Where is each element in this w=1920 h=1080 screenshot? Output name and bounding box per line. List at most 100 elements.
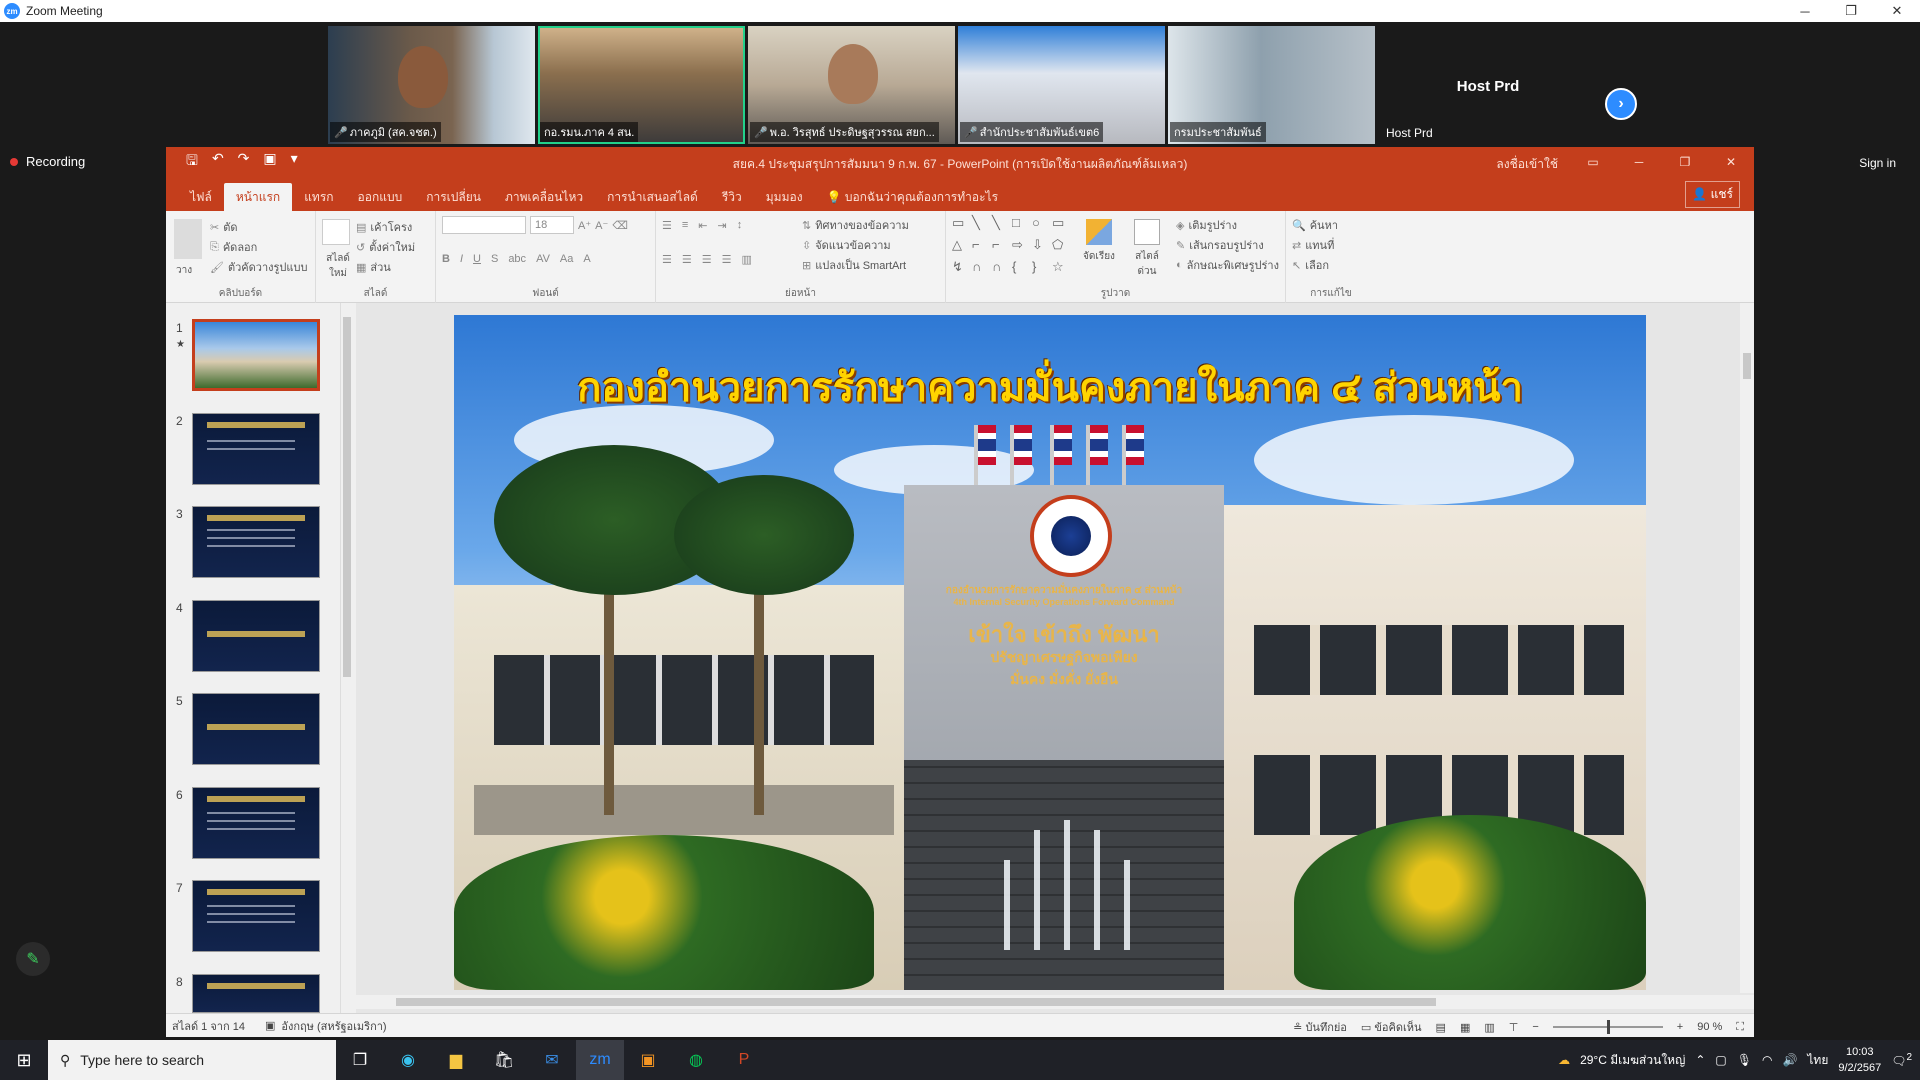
bold-icon[interactable]: B xyxy=(442,253,450,265)
mail-icon[interactable]: ✉ xyxy=(528,1040,576,1080)
language-label[interactable]: อังกฤษ (สหรัฐอเมริกา) xyxy=(281,1017,386,1035)
copy-button[interactable]: ⎘ คัดลอก xyxy=(210,237,307,257)
shrink-font-icon[interactable]: A⁻ xyxy=(595,219,608,232)
tab-file[interactable]: ไฟล์ xyxy=(178,183,224,211)
arrange-button[interactable]: จัดเรียง xyxy=(1080,215,1118,279)
section-button[interactable]: ▦ ส่วน xyxy=(356,257,415,277)
notifications-icon[interactable]: 🗨2 xyxy=(1891,1052,1912,1068)
powerpoint-app-icon[interactable]: P xyxy=(720,1040,768,1080)
windows-start-icon[interactable]: ⊞ xyxy=(0,1040,48,1080)
align-text-button[interactable]: ⇳ จัดแนวข้อความ xyxy=(802,235,909,255)
tab-animations[interactable]: ภาพเคลื่อนไหว xyxy=(493,183,595,211)
select-button[interactable]: ↖ เลือก xyxy=(1292,255,1370,275)
participant-tile[interactable]: 🎤 สำนักประชาสัมพันธ์เขต6 xyxy=(958,26,1165,144)
next-page-button[interactable]: › xyxy=(1605,88,1637,120)
char-spacing-icon[interactable]: AV xyxy=(536,253,550,265)
clock[interactable]: 10:03 9/2/2567 xyxy=(1838,1044,1881,1076)
align-center-icon[interactable]: ☰ xyxy=(682,253,692,266)
normal-view-icon[interactable]: ▤ xyxy=(1436,1021,1446,1034)
slide-thumbnail-selected[interactable] xyxy=(192,319,320,391)
italic-icon[interactable]: I xyxy=(460,253,463,265)
replace-button[interactable]: ⇄ แทนที่ xyxy=(1292,235,1370,255)
font-name-input[interactable] xyxy=(442,216,526,234)
paste-button[interactable]: วาง xyxy=(176,263,192,278)
tab-view[interactable]: มุมมอง xyxy=(754,183,815,211)
ppt-restore-button[interactable]: ❐ xyxy=(1662,147,1708,177)
numbering-icon[interactable]: ≡ xyxy=(682,219,688,231)
maximize-button[interactable]: ❐ xyxy=(1828,0,1874,22)
task-view-icon[interactable]: ❐ xyxy=(336,1040,384,1080)
convert-smartart-button[interactable]: ⊞ แปลงเป็น SmartArt xyxy=(802,255,909,275)
ppt-sign-in[interactable]: ลงชื่อเข้าใช้ xyxy=(1496,155,1558,174)
slide-canvas[interactable]: กองอำนวยการรักษาความมั่นคงภายในภาค ๔ ส่ว… xyxy=(454,315,1646,990)
zoom-sign-in[interactable]: Sign in xyxy=(1859,156,1896,170)
strikethrough-icon[interactable]: abc xyxy=(508,253,526,265)
host-tile[interactable]: Host Prd Host Prd xyxy=(1378,26,1598,144)
new-slide-button[interactable]: สไลด์ใหม่ xyxy=(320,251,356,281)
increase-indent-icon[interactable]: ⇥ xyxy=(718,219,727,232)
slide-thumbnail[interactable] xyxy=(192,787,320,859)
reset-button[interactable]: ↺ ตั้งค่าใหม่ xyxy=(356,237,415,257)
scrollbar-thumb[interactable] xyxy=(343,317,351,677)
notes-button[interactable]: ≗ บันทึกย่อ xyxy=(1293,1018,1347,1036)
shadow-icon[interactable]: S xyxy=(491,253,498,265)
zoom-out-icon[interactable]: − xyxy=(1532,1021,1538,1033)
microsoft-store-icon[interactable]: 🛍 xyxy=(480,1040,528,1080)
minimize-button[interactable]: ─ xyxy=(1782,0,1828,22)
change-case-icon[interactable]: Aa xyxy=(560,253,573,265)
chevron-up-icon[interactable]: ⌃ xyxy=(1695,1053,1705,1067)
slideshow-view-icon[interactable]: ⊤ xyxy=(1509,1021,1519,1034)
clear-format-icon[interactable]: ⌫ xyxy=(612,219,628,232)
slide-horizontal-scrollbar[interactable] xyxy=(356,995,1754,1009)
font-size-input[interactable]: 18 xyxy=(530,216,574,234)
slide-thumbnail[interactable] xyxy=(192,600,320,672)
file-explorer-icon[interactable]: ▆ xyxy=(432,1040,480,1080)
weather-label[interactable]: 29°C มีเมฆส่วนใหญ่ xyxy=(1580,1051,1685,1070)
slide-sorter-icon[interactable]: ▦ xyxy=(1460,1021,1470,1034)
thumbnails-scrollbar[interactable] xyxy=(340,303,352,1013)
ppt-minimize-button[interactable]: ─ xyxy=(1616,147,1662,177)
tab-transitions[interactable]: การเปลี่ยน xyxy=(414,183,493,211)
slide-thumbnail[interactable] xyxy=(192,974,320,1013)
justify-icon[interactable]: ☰ xyxy=(722,253,732,266)
find-button[interactable]: 🔍 ค้นหา xyxy=(1292,215,1370,235)
participant-tile[interactable]: กรมประชาสัมพันธ์ xyxy=(1168,26,1375,144)
slide-vertical-scrollbar[interactable] xyxy=(1740,303,1754,993)
underline-icon[interactable]: U xyxy=(473,253,481,265)
zoom-app-icon[interactable]: zm xyxy=(576,1040,624,1080)
participant-tile[interactable]: 🎤 พ.อ. วิรสุทธ์ ประดิษฐสุวรรณ สยก... xyxy=(748,26,955,144)
wps-app-icon[interactable]: ▣ xyxy=(624,1040,672,1080)
text-direction-button[interactable]: ⇅ ทิศทางของข้อความ xyxy=(802,215,909,235)
share-button[interactable]: 👤 แชร์ xyxy=(1685,181,1740,208)
line-spacing-icon[interactable]: ↕ xyxy=(737,219,743,231)
shape-fill-button[interactable]: ◈ เติมรูปร่าง xyxy=(1176,215,1279,235)
participant-tile-active-speaker[interactable]: กอ.รมน.ภาค 4 สน. xyxy=(538,26,745,144)
decrease-indent-icon[interactable]: ⇤ xyxy=(698,219,707,232)
layout-button[interactable]: ▤ เค้าโครง xyxy=(356,217,415,237)
align-right-icon[interactable]: ☰ xyxy=(702,253,712,266)
participant-tile[interactable]: 🎤 ภาคภูมิ (สค.จชต.) xyxy=(328,26,535,144)
tab-review[interactable]: รีวิว xyxy=(710,183,754,211)
tab-design[interactable]: ออกแบบ xyxy=(346,183,415,211)
zoom-slider[interactable] xyxy=(1552,1020,1663,1034)
ribbon-display-options-icon[interactable]: ▭ xyxy=(1570,147,1616,177)
spellcheck-icon[interactable]: ▣ xyxy=(265,1019,275,1032)
new-slide-icon[interactable] xyxy=(322,219,350,245)
shape-effects-button[interactable]: ◐ ลักษณะพิเศษรูปร่าง xyxy=(1176,255,1279,275)
slide-thumbnail[interactable] xyxy=(192,880,320,952)
scrollbar-thumb[interactable] xyxy=(396,998,1436,1006)
taskbar-search[interactable]: ⚲ Type here to search xyxy=(48,1040,336,1080)
fit-to-window-icon[interactable]: ⛶ xyxy=(1736,1021,1744,1034)
tab-home[interactable]: หน้าแรก xyxy=(223,183,293,211)
slide-thumbnail[interactable] xyxy=(192,506,320,578)
meet-now-icon[interactable]: ▢ xyxy=(1715,1053,1726,1067)
slide-thumbnail[interactable] xyxy=(192,413,320,485)
reading-view-icon[interactable]: ▥ xyxy=(1484,1021,1494,1034)
line-app-icon[interactable]: ◍ xyxy=(672,1040,720,1080)
ppt-close-button[interactable]: ✕ xyxy=(1708,147,1754,177)
cut-button[interactable]: ✂ ตัด xyxy=(210,217,307,237)
tab-slideshow[interactable]: การนำเสนอสไลด์ xyxy=(595,183,710,211)
font-color-icon[interactable]: A xyxy=(583,253,590,265)
zoom-in-icon[interactable]: + xyxy=(1677,1021,1683,1033)
shapes-gallery[interactable]: ▭ ╲ ╲ □ ○ ▭ △ ⌐ ⌐ ⇨ ⇩ ⬠ ↯ ∩ ∩{} ☆ xyxy=(952,215,1070,279)
